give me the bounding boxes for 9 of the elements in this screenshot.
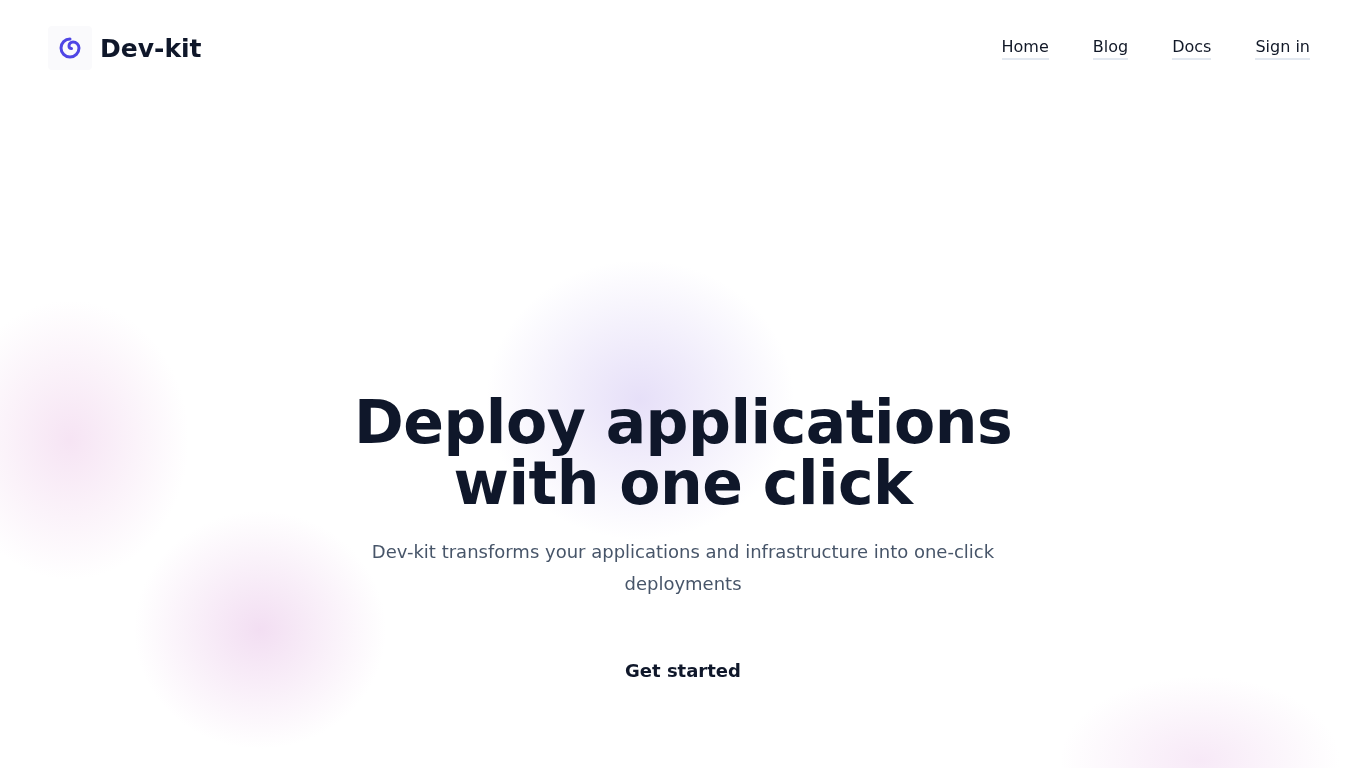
get-started-button[interactable]: Get started (609, 652, 757, 689)
nav-link[interactable]: Docs (1172, 36, 1212, 60)
hero-subtitle: Dev-kit transforms your applications and infrastructure into one-click deployments (370, 540, 996, 596)
swirl-logo-icon (59, 37, 81, 59)
nav-link[interactable]: Home (1001, 36, 1049, 60)
nav-link[interactable]: Blog (1092, 36, 1129, 60)
brand-name: Dev-kit (100, 33, 202, 63)
nav-link[interactable]: Sign in (1255, 36, 1310, 60)
hero-title: Deploy applications with one click (353, 392, 1013, 514)
